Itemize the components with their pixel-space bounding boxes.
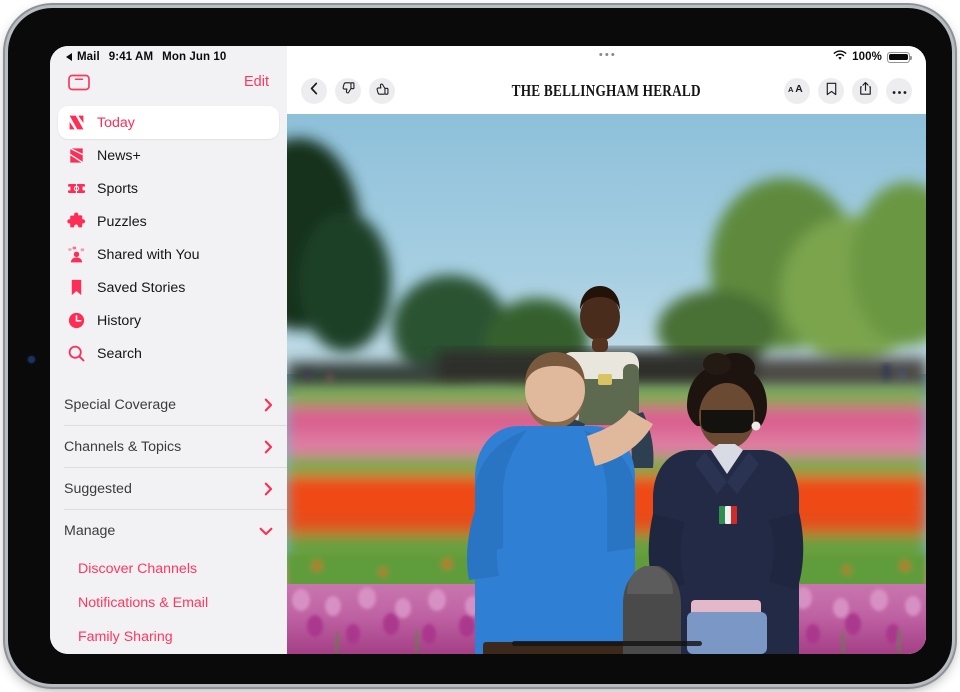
edit-button[interactable]: Edit bbox=[244, 74, 269, 90]
sidebar-section-manage[interactable]: Manage bbox=[64, 510, 287, 552]
dislike-button[interactable] bbox=[335, 78, 361, 104]
ipad-device-frame: Mail 9:41 AM Mon Jun 10 100% bbox=[8, 8, 952, 684]
drag-handle-dots-icon[interactable] bbox=[599, 53, 614, 56]
text-size-button[interactable]: A A bbox=[784, 78, 810, 104]
thumbs-down-icon bbox=[341, 81, 356, 101]
article-toolbar: A A bbox=[287, 46, 926, 114]
ipad-screen: Mail 9:41 AM Mon Jun 10 100% bbox=[50, 46, 926, 654]
masthead-title: THE BELLINGHAM HERALD bbox=[512, 81, 701, 101]
sidebar-item-saved-stories[interactable]: Saved Stories bbox=[58, 271, 279, 304]
sidebar-item-label: History bbox=[97, 313, 141, 329]
sidebar-section-channels-topics[interactable]: Channels & Topics bbox=[64, 426, 287, 468]
sidebar-section-special-coverage[interactable]: Special Coverage bbox=[64, 384, 287, 426]
sidebar-item-label: News+ bbox=[97, 148, 141, 164]
share-up-arrow-icon bbox=[859, 81, 872, 101]
sidebar-link-notifications-email[interactable]: Notifications & Email bbox=[64, 586, 287, 620]
sidebar-item-history[interactable]: History bbox=[58, 304, 279, 337]
puzzle-piece-icon bbox=[67, 212, 86, 231]
chevron-right-icon bbox=[264, 482, 273, 496]
sidebar-item-label: Puzzles bbox=[97, 214, 147, 230]
chevron-right-icon bbox=[264, 440, 273, 454]
share-button[interactable] bbox=[852, 78, 878, 104]
sidebar-item-shared-with-you[interactable]: Shared with You bbox=[58, 238, 279, 271]
shared-with-you-icon bbox=[67, 245, 86, 264]
sidebar-section-label: Suggested bbox=[64, 481, 132, 497]
apple-news-icon bbox=[67, 113, 86, 132]
sidebar-item-label: Today bbox=[97, 115, 135, 131]
article-hero-photo[interactable] bbox=[287, 114, 926, 654]
sidebar-sections: Special Coverage Channels & Topics Sugge… bbox=[50, 384, 287, 654]
folder-icon[interactable] bbox=[68, 74, 90, 91]
chevron-right-icon bbox=[264, 398, 273, 412]
search-icon bbox=[67, 344, 86, 363]
sidebar-item-label: Sports bbox=[97, 181, 138, 197]
sidebar-link-label: Family Sharing bbox=[78, 629, 173, 645]
save-story-button[interactable] bbox=[818, 78, 844, 104]
text-size-aa-icon: A A bbox=[788, 82, 806, 100]
home-indicator bbox=[512, 641, 702, 646]
bookmark-outline-icon bbox=[826, 82, 837, 101]
sidebar-link-family-sharing[interactable]: Family Sharing bbox=[64, 620, 287, 654]
chevron-left-icon bbox=[310, 82, 318, 100]
sidebar-item-label: Search bbox=[97, 346, 142, 362]
sidebar-nav-list: Today News+ bbox=[50, 102, 287, 370]
chevron-down-icon bbox=[259, 527, 273, 536]
news-plus-icon bbox=[67, 146, 86, 165]
more-button[interactable] bbox=[886, 78, 912, 104]
svg-text:A: A bbox=[788, 85, 794, 94]
article-pane: A A bbox=[287, 46, 926, 654]
sidebar-section-suggested[interactable]: Suggested bbox=[64, 468, 287, 510]
svg-text:A: A bbox=[795, 84, 803, 95]
article-toolbar-right: A A bbox=[784, 78, 912, 104]
sidebar-section-label: Manage bbox=[64, 523, 115, 539]
like-button[interactable] bbox=[369, 78, 395, 104]
sidebar-section-label: Channels & Topics bbox=[64, 439, 181, 455]
sidebar-link-discover-channels[interactable]: Discover Channels bbox=[64, 552, 287, 586]
sidebar-link-label: Discover Channels bbox=[78, 561, 197, 577]
sidebar-item-news-plus[interactable]: News+ bbox=[58, 139, 279, 172]
bookmark-icon bbox=[67, 278, 86, 297]
sidebar-section-label: Special Coverage bbox=[64, 397, 176, 413]
sidebar-link-label: Notifications & Email bbox=[78, 595, 208, 611]
sidebar-item-today[interactable]: Today bbox=[58, 106, 279, 139]
sidebar-item-sports[interactable]: Sports bbox=[58, 172, 279, 205]
clock-icon bbox=[67, 311, 86, 330]
sidebar: Edit Today bbox=[50, 46, 287, 654]
front-camera-sensor bbox=[28, 356, 35, 363]
back-button[interactable] bbox=[301, 78, 327, 104]
sidebar-item-puzzles[interactable]: Puzzles bbox=[58, 205, 279, 238]
thumbs-up-icon bbox=[375, 81, 390, 101]
sidebar-item-label: Saved Stories bbox=[97, 280, 185, 296]
sidebar-header: Edit bbox=[50, 46, 287, 102]
sidebar-item-search[interactable]: Search bbox=[58, 337, 279, 370]
sports-field-icon bbox=[67, 179, 86, 198]
ellipsis-icon bbox=[892, 82, 907, 100]
sidebar-item-label: Shared with You bbox=[97, 247, 200, 263]
